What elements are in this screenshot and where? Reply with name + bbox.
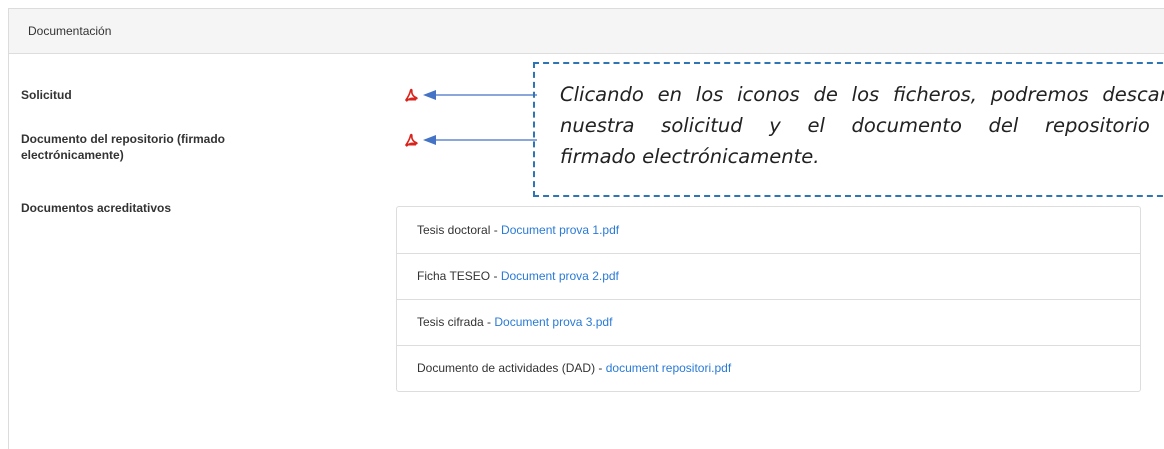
list-item: Ficha TESEO - Document prova 2.pdf — [397, 253, 1140, 299]
doc-link[interactable]: Document prova 1.pdf — [501, 223, 619, 237]
list-item: Tesis cifrada - Document prova 3.pdf — [397, 299, 1140, 345]
doc-link[interactable]: document repositori.pdf — [606, 361, 731, 375]
callout-line2: nuestra solicitud y el documento del rep… — [560, 114, 1164, 137]
doc-link[interactable]: Document prova 2.pdf — [501, 269, 619, 283]
arrow-left-icon — [423, 135, 537, 145]
list-item: Tesis doctoral - Document prova 1.pdf — [417, 223, 620, 237]
list-item: Documento de actividades (DAD) - documen… — [397, 345, 1140, 391]
arrow-left-icon — [423, 90, 537, 100]
doc-type: Documento de actividades (DAD) — [417, 361, 596, 375]
callout-line1: Clicando en los iconos de los ficheros, … — [560, 83, 1164, 106]
doc-type: Tesis doctoral — [417, 223, 491, 237]
panel-title: Documentación — [9, 9, 1164, 54]
repositorio-pdf-icon[interactable] — [404, 133, 418, 147]
repositorio-label: Documento del repositorio (firmado elect… — [21, 131, 225, 163]
documents-list: Tesis doctoral - Document prova 1.pdf Fi… — [396, 206, 1141, 392]
callout-line3: firmado electrónicamente. — [560, 145, 820, 168]
solicitud-pdf-icon[interactable] — [404, 88, 418, 102]
doc-type: Tesis cifrada — [417, 315, 484, 329]
acreditativos-label: Documentos acreditativos — [21, 201, 172, 215]
doc-link[interactable]: Document prova 3.pdf — [494, 315, 612, 329]
repositorio-label-line1: Documento del repositorio (firmado — [21, 132, 226, 146]
solicitud-label: Solicitud — [21, 88, 72, 102]
repositorio-label-line2: electrónicamente) — [21, 148, 124, 162]
doc-type: Ficha TESEO — [417, 269, 491, 283]
callout-text: Clicando en los iconos de los ficheros, … — [560, 79, 1164, 172]
